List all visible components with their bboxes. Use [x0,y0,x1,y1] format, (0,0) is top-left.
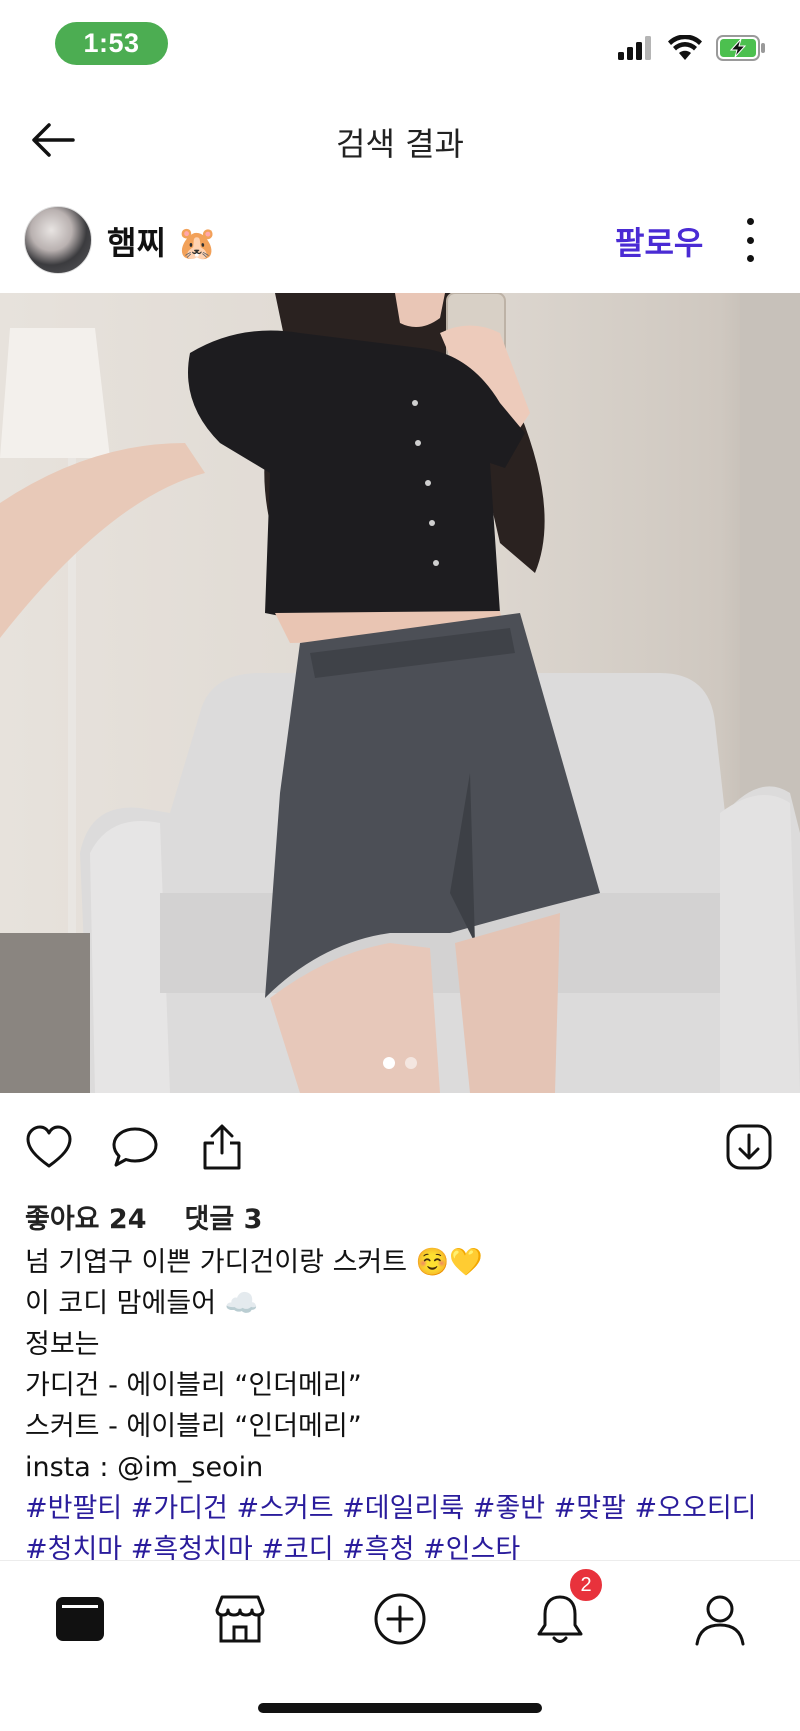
status-time: 1:53 [55,22,168,65]
profile-icon [695,1595,745,1646]
share-icon [203,1124,241,1170]
add-icon [374,1593,426,1645]
tab-store[interactable] [210,1589,270,1649]
more-vertical-icon [746,218,754,225]
comments-count[interactable]: 댓글 3 [185,1197,263,1236]
page-dot-active [383,1057,395,1069]
home-indicator [258,1703,542,1713]
nav-bar: 검색 결과 [0,95,800,185]
post-counts: 좋아요 24 댓글 3 [25,1197,262,1236]
battery-charging-icon [716,34,766,66]
hashtags[interactable]: #반팔티 #가디건 #스커트 #데일리룩 #좋반 #맞팔 #오오티디 #청치마 … [25,1488,785,1570]
page-title: 검색 결과 [336,125,464,163]
comment-icon [112,1127,158,1167]
caption-line: 이 코디 맘에들어 ☁️ [25,1288,259,1319]
heart-icon [26,1125,72,1168]
caption-line: 정보는 [25,1329,100,1360]
caption-line: insta : @im_seoin [25,1452,264,1483]
download-icon [726,1124,772,1170]
more-button[interactable] [735,218,765,262]
download-button[interactable] [722,1120,776,1174]
tab-add[interactable] [370,1589,430,1649]
photo-illustration [0,293,800,1093]
status-bar: 1:53 [0,0,800,90]
page-dot [405,1057,417,1069]
post-actions [0,1120,800,1180]
post-header: 햄찌 🐹 팔로우 [0,200,800,280]
store-icon [215,1595,265,1643]
comment-button[interactable] [108,1120,162,1174]
feed-icon [56,1597,104,1641]
username[interactable]: 햄찌 🐹 [107,218,217,264]
avatar[interactable] [24,206,92,274]
tab-feed[interactable] [50,1589,110,1649]
status-icons [618,32,766,68]
tab-profile[interactable] [690,1589,750,1649]
like-button[interactable] [22,1120,76,1174]
page-indicator [0,1057,800,1069]
wifi-icon [668,33,702,66]
post-caption: 넘 기엽구 이쁜 가디건이랑 스커트 ☺️💛 이 코디 맘에들어 ☁️ 정보는 … [25,1242,785,1570]
post-photo[interactable] [0,293,800,1093]
share-button[interactable] [195,1120,249,1174]
caption-line: 스커트 - 에이블리 “인더메리” [25,1411,362,1442]
caption-line: 넘 기엽구 이쁜 가디건이랑 스커트 ☺️💛 [25,1247,483,1278]
caption-line: 가디건 - 에이블리 “인더메리” [25,1370,362,1401]
notification-badge: 2 [568,1567,604,1603]
follow-button[interactable]: 팔로우 [615,218,703,264]
likes-count[interactable]: 좋아요 24 [25,1197,147,1236]
signal-icon [618,35,654,65]
